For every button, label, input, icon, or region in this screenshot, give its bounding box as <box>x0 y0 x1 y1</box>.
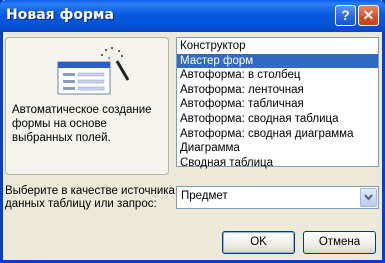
title-bar[interactable]: Новая форма ? ✕ <box>0 0 385 32</box>
help-button[interactable]: ? <box>335 5 356 26</box>
cancel-button[interactable]: Отмена <box>303 231 376 254</box>
preview-panel: Автоматическое создание формы на основе … <box>5 37 169 175</box>
dropdown-button[interactable] <box>360 188 377 207</box>
chevron-down-icon <box>364 194 373 201</box>
form-type-list[interactable]: Конструктор Мастер форм Автоформа: в сто… <box>176 37 379 169</box>
data-source-label: Выберите в качестве источника данных таб… <box>5 185 175 210</box>
close-button[interactable]: ✕ <box>358 5 379 26</box>
list-item[interactable]: Автоформа: в столбец <box>177 68 378 83</box>
list-item[interactable]: Конструктор <box>177 39 378 54</box>
list-item[interactable]: Автоформа: сводная таблица <box>177 112 378 127</box>
list-item[interactable]: Автоформа: табличная <box>177 97 378 112</box>
list-item[interactable]: Сводная таблица <box>177 156 378 171</box>
ok-button[interactable]: OK <box>222 231 295 254</box>
form-wizard-icon <box>57 47 130 95</box>
list-item[interactable]: Автоформа: сводная диаграмма <box>177 127 378 142</box>
data-source-select[interactable]: Предмет <box>176 186 379 209</box>
data-source-value: Предмет <box>181 190 228 202</box>
dialog-content: Автоматическое создание формы на основе … <box>3 32 382 260</box>
list-item-selected[interactable]: Мастер форм <box>177 53 378 69</box>
wizard-description: Автоматическое создание формы на основе … <box>12 104 152 144</box>
list-item[interactable]: Диаграмма <box>177 141 378 156</box>
list-item[interactable]: Автоформа: ленточная <box>177 83 378 98</box>
window-title: Новая форма <box>6 7 114 23</box>
new-form-dialog: Новая форма ? ✕ Автоматическое создание … <box>0 0 385 263</box>
